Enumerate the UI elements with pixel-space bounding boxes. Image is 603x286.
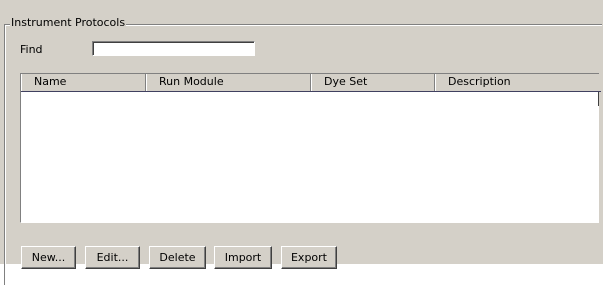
protocols-table[interactable]: Name Run Module Dye Set Description — [20, 73, 601, 223]
table-header: Name Run Module Dye Set Description — [21, 74, 601, 92]
export-button[interactable]: Export — [281, 246, 337, 269]
find-label: Find — [20, 43, 43, 56]
import-button[interactable]: Import — [214, 246, 272, 269]
scrollbar-edge — [598, 92, 599, 106]
column-header-description[interactable]: Description — [435, 74, 601, 91]
new-button[interactable]: New... — [21, 246, 76, 269]
column-header-name[interactable]: Name — [21, 74, 146, 91]
instrument-protocols-panel: Instrument Protocols Find Name Run Modul… — [0, 0, 603, 286]
delete-button[interactable]: Delete — [149, 246, 206, 269]
find-input[interactable] — [92, 41, 255, 56]
edit-button[interactable]: Edit... — [85, 246, 140, 269]
column-header-dye-set[interactable]: Dye Set — [311, 74, 435, 91]
column-header-run-module[interactable]: Run Module — [146, 74, 311, 91]
group-title: Instrument Protocols — [10, 16, 127, 30]
table-body[interactable] — [21, 92, 599, 223]
